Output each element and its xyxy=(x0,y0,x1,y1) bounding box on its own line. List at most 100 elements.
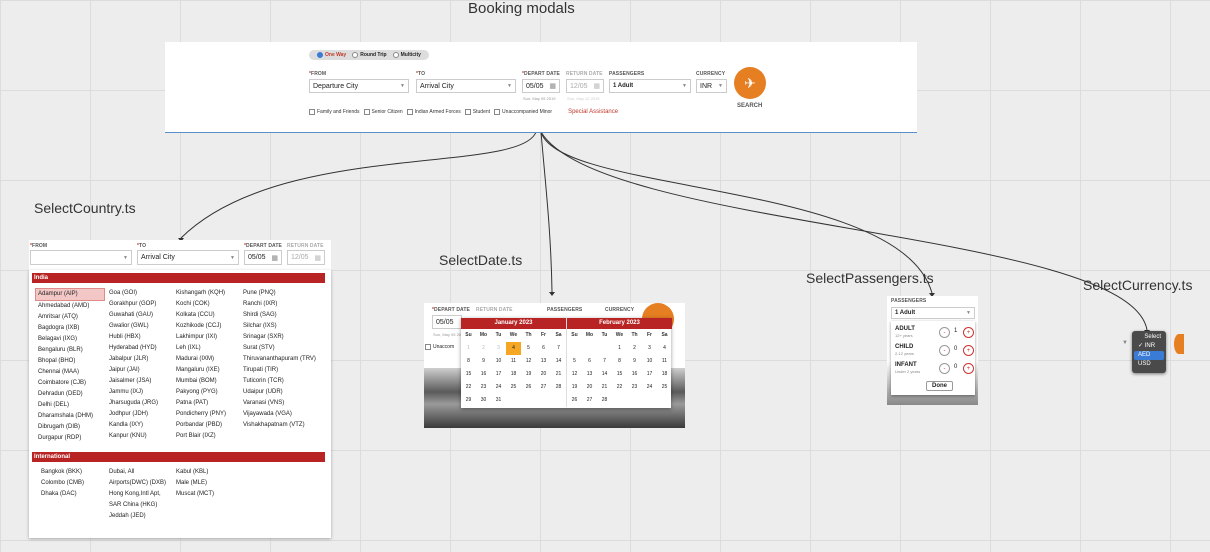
option-armed-forces[interactable]: Indian Armed Forces xyxy=(406,109,461,115)
city-option[interactable]: Belagavi (IXG) xyxy=(35,334,105,345)
calendar-day[interactable]: 15 xyxy=(612,368,627,381)
city-option[interactable]: Jharsuguda (JRG) xyxy=(106,398,172,409)
city-option[interactable]: Tirupati (TIR) xyxy=(240,365,320,376)
trip-round-trip[interactable]: Round Trip xyxy=(352,52,387,58)
calendar-day[interactable]: 7 xyxy=(597,355,612,368)
calendar-day[interactable]: 14 xyxy=(597,368,612,381)
calendar-day[interactable]: 26 xyxy=(567,394,582,407)
currency-option[interactable]: ✓ INR xyxy=(1134,342,1164,351)
city-option[interactable]: Hong Kong,Intl Apt, SAR China (HKG) xyxy=(106,489,168,511)
city-option[interactable]: Gwalior (GWL) xyxy=(106,321,172,332)
calendar-day[interactable]: 1 xyxy=(612,342,627,355)
calendar-day[interactable]: 24 xyxy=(491,381,506,394)
city-option[interactable]: Jaisalmer (JSA) xyxy=(106,376,172,387)
city-option[interactable]: Thiruvananthapuram (TRV) xyxy=(240,354,320,365)
city-option[interactable]: Hyderabad (HYD) xyxy=(106,343,172,354)
city-option[interactable]: Dehradun (DED) xyxy=(35,389,105,400)
calendar-day[interactable]: 27 xyxy=(536,381,551,394)
calendar-day[interactable]: 3 xyxy=(642,342,657,355)
city-option[interactable]: Bengaluru (BLR) xyxy=(35,345,105,356)
calendar-day[interactable]: 29 xyxy=(461,394,476,407)
calendar-day[interactable]: 22 xyxy=(612,381,627,394)
trip-one-way[interactable]: One Way xyxy=(317,52,346,58)
plus-button[interactable]: + xyxy=(963,363,974,374)
city-option[interactable]: Colombo (CMB) xyxy=(38,478,104,489)
calendar-day[interactable]: 4 xyxy=(657,342,672,355)
city-option[interactable]: Coimbatore (CJB) xyxy=(35,378,105,389)
calendar-day[interactable]: 5 xyxy=(567,355,582,368)
city-option[interactable]: Kishangarh (KQH) xyxy=(173,288,239,299)
city-option[interactable]: Adampur (AIP) xyxy=(35,288,105,301)
city-option[interactable]: Dibrugarh (DIB) xyxy=(35,422,105,433)
calendar-day[interactable]: 23 xyxy=(476,381,491,394)
city-option[interactable]: Bhopal (BHO) xyxy=(35,356,105,367)
to-select[interactable]: Arrival City ▼ xyxy=(416,79,516,93)
calendar-day[interactable]: 28 xyxy=(551,381,566,394)
city-option[interactable]: Pakyong (PYG) xyxy=(173,387,239,398)
calendar-day[interactable]: 14 xyxy=(551,355,566,368)
calendar-day[interactable]: 5 xyxy=(521,342,536,355)
calendar-day[interactable]: 20 xyxy=(582,381,597,394)
city-option[interactable]: Silchar (IXS) xyxy=(240,321,320,332)
depart-date-input[interactable]: 05/05 ▦ xyxy=(522,79,560,93)
calendar-day[interactable]: 8 xyxy=(612,355,627,368)
city-option[interactable]: Male (MLE) xyxy=(173,478,239,489)
calendar-day[interactable]: 17 xyxy=(642,368,657,381)
calendar-day[interactable]: 30 xyxy=(476,394,491,407)
calendar-day[interactable]: 4 xyxy=(506,342,521,355)
city-option[interactable]: Kochi (COK) xyxy=(173,299,239,310)
passengers-select[interactable]: 1 Adult ▼ xyxy=(891,307,975,319)
city-option[interactable]: Bagdogra (IXB) xyxy=(35,323,105,334)
done-button[interactable]: Done xyxy=(926,381,953,391)
calendar-day[interactable]: 8 xyxy=(461,355,476,368)
calendar-day[interactable]: 22 xyxy=(461,381,476,394)
depart-date-input[interactable]: 05/05 ▦ xyxy=(244,250,282,265)
city-option[interactable]: Guwahati (GAU) xyxy=(106,310,172,321)
city-option[interactable]: Patna (PAT) xyxy=(173,398,239,409)
city-option[interactable]: Dharamshala (DHM) xyxy=(35,411,105,422)
calendar-day[interactable]: 13 xyxy=(536,355,551,368)
city-option[interactable]: Gorakhpur (GOP) xyxy=(106,299,172,310)
plus-button[interactable]: + xyxy=(963,327,974,338)
from-select[interactable]: Departure City ▼ xyxy=(309,79,409,93)
calendar-day[interactable]: 9 xyxy=(476,355,491,368)
city-option[interactable]: Hubli (HBX) xyxy=(106,332,172,343)
calendar-day[interactable]: 12 xyxy=(521,355,536,368)
minus-button[interactable]: - xyxy=(939,327,950,338)
minus-button[interactable]: - xyxy=(939,345,950,356)
city-option[interactable]: Tuticorin (TCR) xyxy=(240,376,320,387)
search-button[interactable]: ✈ xyxy=(734,67,766,99)
city-option[interactable]: Porbandar (PBD) xyxy=(173,420,239,431)
calendar-day[interactable]: 21 xyxy=(597,381,612,394)
city-option[interactable]: Varanasi (VNS) xyxy=(240,398,320,409)
passengers-select[interactable]: 1 Adult ▼ xyxy=(609,79,691,93)
city-option[interactable]: Ranchi (IXR) xyxy=(240,299,320,310)
city-option[interactable]: Kozhikode (CCJ) xyxy=(173,321,239,332)
city-option[interactable]: Kabul (KBL) xyxy=(173,467,239,478)
calendar-day[interactable]: 15 xyxy=(461,368,476,381)
city-option[interactable]: Dhaka (DAC) xyxy=(38,489,104,500)
calendar-day[interactable]: 10 xyxy=(642,355,657,368)
calendar-day[interactable]: 11 xyxy=(506,355,521,368)
city-option[interactable]: Pune (PNQ) xyxy=(240,288,320,299)
to-select[interactable]: Arrival City ▼ xyxy=(137,250,239,265)
special-assistance-link[interactable]: Special Assistance xyxy=(568,109,618,115)
city-option[interactable]: Kolkata (CCU) xyxy=(173,310,239,321)
calendar-day[interactable]: 10 xyxy=(491,355,506,368)
depart-date-input[interactable]: 05/05 xyxy=(432,315,462,329)
city-option[interactable]: Delhi (DEL) xyxy=(35,400,105,411)
calendar-day[interactable]: 21 xyxy=(551,368,566,381)
calendar-day[interactable]: 23 xyxy=(627,381,642,394)
city-option[interactable]: Madurai (IXM) xyxy=(173,354,239,365)
calendar-day[interactable]: 31 xyxy=(491,394,506,407)
minus-button[interactable]: - xyxy=(939,363,950,374)
city-option[interactable]: Amritsar (ATQ) xyxy=(35,312,105,323)
city-option[interactable]: Muscat (MCT) xyxy=(173,489,239,500)
city-option[interactable]: Jabalpur (JLR) xyxy=(106,354,172,365)
calendar-day[interactable]: 7 xyxy=(551,342,566,355)
city-option[interactable]: Surat (STV) xyxy=(240,343,320,354)
calendar-day[interactable]: 25 xyxy=(657,381,672,394)
city-option[interactable]: Mumbai (BOM) xyxy=(173,376,239,387)
city-option[interactable]: Jeddah (JED) xyxy=(106,511,168,522)
currency-option[interactable]: Select xyxy=(1134,333,1164,342)
